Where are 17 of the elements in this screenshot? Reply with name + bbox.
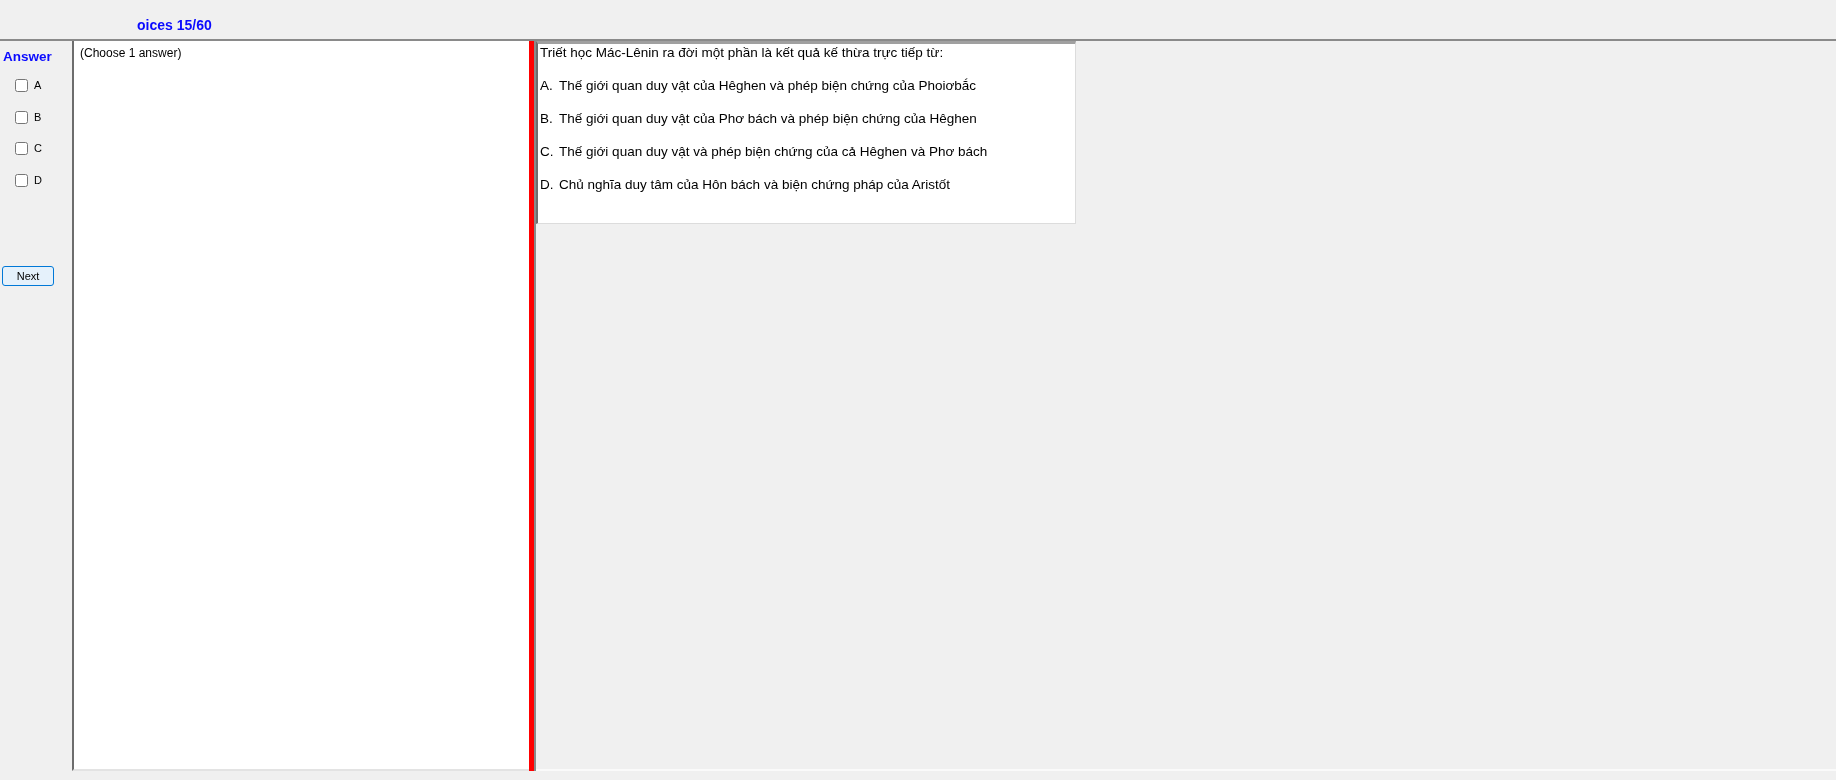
answer-choice: A. Thế giới quan duy vật của Hêghen và phép biện chứng của Phoiơbắc <box>540 78 978 94</box>
checkbox[interactable] <box>15 110 28 124</box>
question-text: Triết học Mác-Lênin ra đời một phần là kết quả kế thừa trực tiếp từ: <box>540 45 945 61</box>
progress-title: oices 15/60 <box>137 17 212 34</box>
checkbox-label[interactable]: A <box>34 79 42 93</box>
checkbox[interactable] <box>15 173 28 187</box>
checkbox[interactable] <box>15 79 28 93</box>
answer-choice: C. Thế giới quan duy vật và phép biện chứng của cả Hêghen và Phơ bách <box>540 144 989 160</box>
answer-heading: Answer <box>3 49 52 65</box>
answer-choice: B. Thế giới quan duy vật của Phơ bách và phép biện chứng của Hêghen <box>540 111 978 127</box>
checkbox-label[interactable]: D <box>34 173 42 187</box>
checkbox-label[interactable]: B <box>34 110 42 124</box>
instruction-text: (Choose 1 answer) <box>80 46 182 60</box>
checkbox[interactable] <box>15 142 28 156</box>
answer-choice: D. Chủ nghĩa duy tâm của Hôn bách và biện chứng pháp của Aristốt <box>540 177 952 193</box>
checkbox-label[interactable]: C <box>34 142 42 156</box>
next-button[interactable]: Next <box>2 266 54 286</box>
